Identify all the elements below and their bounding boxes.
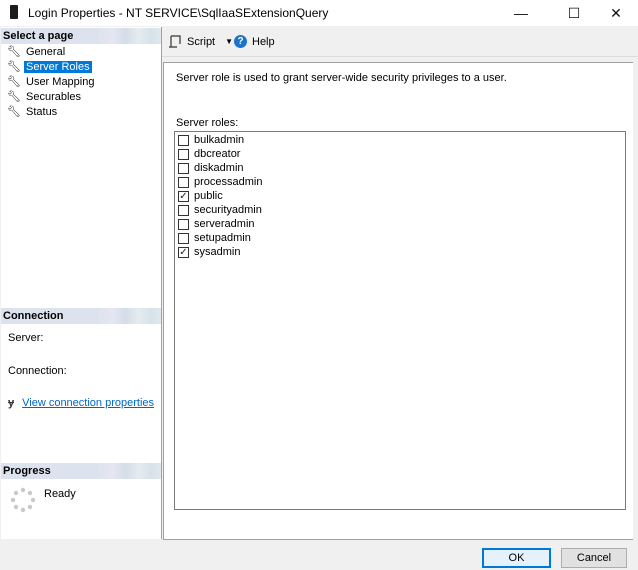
help-button[interactable]: ? Help xyxy=(234,35,275,48)
list-item[interactable]: securityadmin xyxy=(178,203,262,217)
list-item[interactable]: ✓ sysadmin xyxy=(178,245,240,259)
role-checkbox[interactable] xyxy=(178,148,189,160)
role-checkbox[interactable] xyxy=(178,176,189,188)
connection-properties-icon: ɏ xyxy=(8,397,15,409)
progress-header: Progress xyxy=(1,463,161,479)
connection-label: Connection: xyxy=(8,365,67,377)
sidebar-item-label: General xyxy=(26,45,66,58)
role-label: securityadmin xyxy=(194,204,262,216)
script-icon xyxy=(169,35,181,48)
select-page-header: Select a page xyxy=(1,28,161,44)
wrench-icon: 🔧︎ xyxy=(7,90,21,103)
wrench-icon: 🔧︎ xyxy=(7,105,21,118)
role-label: serveradmin xyxy=(194,218,255,230)
minimize-button[interactable]: — xyxy=(498,0,544,26)
description-text: Server role is used to grant server-wide… xyxy=(176,72,507,84)
wrench-icon: 🔧︎ xyxy=(7,45,21,58)
list-item[interactable]: diskadmin xyxy=(178,161,244,175)
role-checkbox[interactable] xyxy=(178,162,189,174)
sidebar-item-label: Server Roles xyxy=(24,60,92,73)
role-checkbox[interactable] xyxy=(178,232,189,244)
toolbar-divider xyxy=(162,56,638,57)
script-label: Script xyxy=(187,35,216,48)
sidebar-item-label: Status xyxy=(26,105,58,118)
ok-button[interactable]: OK xyxy=(482,548,551,568)
sidebar-item-label: User Mapping xyxy=(26,75,95,88)
sidebar-item-label: Securables xyxy=(26,90,82,103)
wrench-icon: 🔧︎ xyxy=(7,75,21,88)
connection-header: Connection xyxy=(1,308,161,324)
sidebar-item-general[interactable]: 🔧︎ General xyxy=(7,44,67,59)
sidebar-item-status[interactable]: 🔧︎ Status xyxy=(7,104,59,119)
progress-spinner-icon xyxy=(10,487,36,513)
sidebar-item-user-mapping[interactable]: 🔧︎ User Mapping xyxy=(7,74,96,89)
view-connection-properties-link[interactable]: View connection properties xyxy=(22,397,154,409)
cancel-button[interactable]: Cancel xyxy=(561,548,627,568)
role-checkbox-checked[interactable]: ✓ xyxy=(178,246,189,258)
server-roles-label: Server roles: xyxy=(176,117,239,129)
role-label: setupadmin xyxy=(194,232,251,244)
window-title: Login Properties - NT SERVICE\SqlIaaSExt… xyxy=(28,6,329,20)
server-label: Server: xyxy=(8,332,44,344)
maximize-button[interactable]: ☐ xyxy=(551,0,597,26)
left-pane: Select a page 🔧︎ General 🔧︎ Server Roles… xyxy=(1,27,162,539)
help-label: Help xyxy=(252,35,275,48)
role-label: dbcreator xyxy=(194,148,241,160)
list-item[interactable]: serveradmin xyxy=(178,217,255,231)
role-label: public xyxy=(194,190,223,202)
sidebar-item-securables[interactable]: 🔧︎ Securables xyxy=(7,89,83,104)
role-checkbox[interactable] xyxy=(178,134,189,146)
role-checkbox[interactable] xyxy=(178,218,189,230)
role-label: processadmin xyxy=(194,176,263,188)
role-checkbox[interactable] xyxy=(178,204,189,216)
progress-status: Ready xyxy=(44,488,76,500)
sidebar-item-server-roles[interactable]: 🔧︎ Server Roles xyxy=(7,59,92,74)
server-roles-list: bulkadmin dbcreator diskadmin processadm… xyxy=(174,131,626,510)
list-item[interactable]: ✓ public xyxy=(178,189,223,203)
list-item[interactable]: dbcreator xyxy=(178,147,240,161)
role-label: bulkadmin xyxy=(194,134,245,146)
close-button[interactable]: ✕ xyxy=(593,0,638,26)
help-icon: ? xyxy=(234,35,247,48)
role-label: sysadmin xyxy=(194,246,241,258)
role-label: diskadmin xyxy=(194,162,244,174)
app-icon xyxy=(10,5,18,19)
chevron-down-icon[interactable]: ▼ xyxy=(225,37,233,46)
list-item[interactable]: setupadmin xyxy=(178,231,251,245)
wrench-icon: 🔧︎ xyxy=(7,60,21,73)
toolbar: Script ▼ ? Help xyxy=(162,30,638,54)
script-button[interactable]: Script ▼ xyxy=(168,35,233,48)
list-item[interactable]: processadmin xyxy=(178,175,262,189)
title-bar: Login Properties - NT SERVICE\SqlIaaSExt… xyxy=(0,0,638,26)
view-connection-properties-row[interactable]: ɏ View connection properties xyxy=(8,397,154,409)
role-checkbox-checked[interactable]: ✓ xyxy=(178,190,189,202)
list-item[interactable]: bulkadmin xyxy=(178,133,244,147)
